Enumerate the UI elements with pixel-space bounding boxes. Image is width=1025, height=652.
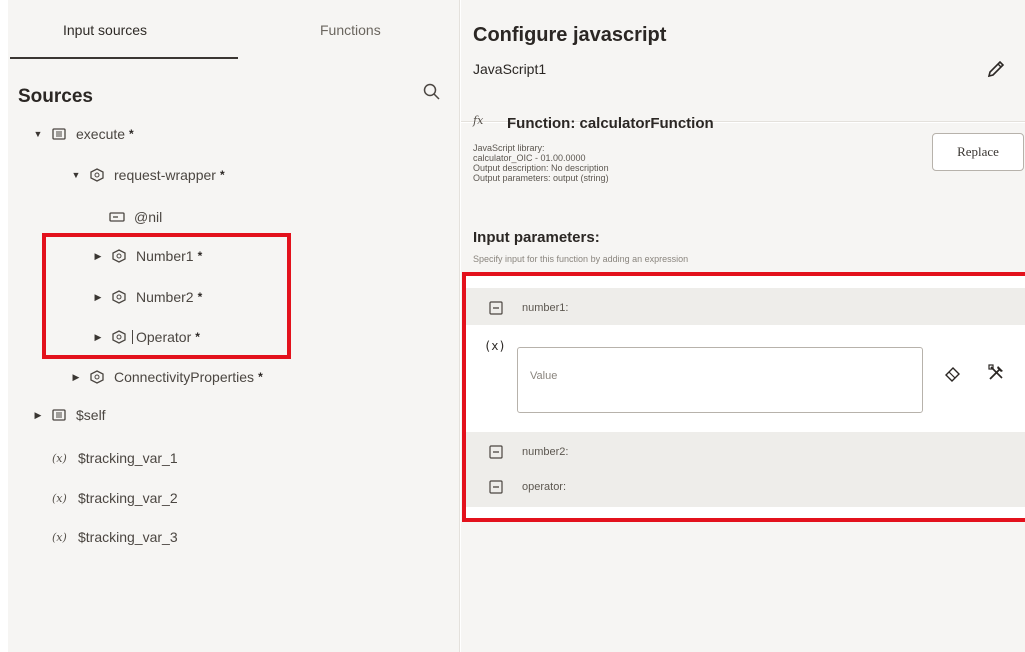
tab-input-sources[interactable]: Input sources — [63, 22, 147, 38]
page-title: Configure javascript — [473, 24, 667, 46]
highlight-box-inputs — [42, 233, 291, 359]
param-label: number2: — [522, 446, 569, 458]
expand-caret-icon[interactable]: ▼ — [70, 170, 82, 180]
meta-library-label: JavaScript library: — [473, 143, 545, 153]
collapse-icon[interactable] — [488, 300, 504, 316]
variable-icon: (x) — [52, 451, 67, 465]
search-icon[interactable] — [422, 82, 442, 102]
function-title: Function: calculatorFunction — [507, 115, 714, 132]
expand-caret-icon[interactable]: ▶ — [70, 372, 82, 383]
active-tab-indicator — [10, 57, 238, 59]
meta-output-description: Output description: No description — [473, 163, 609, 173]
tree-item-label: $tracking_var_2 — [78, 490, 178, 506]
collapse-icon[interactable] — [488, 479, 504, 495]
param-row-operator[interactable]: operator: — [466, 467, 1025, 507]
expand-caret-icon[interactable]: ▶ — [32, 410, 44, 421]
param-expression-area: (x) Value — [466, 325, 1025, 433]
param-label: number1: — [522, 302, 569, 314]
input-parameters-hint: Specify input for this function by addin… — [473, 254, 689, 264]
input-parameters-panel: number1: (x) Value number2: operator: — [462, 272, 1025, 522]
required-marker: * — [258, 370, 263, 384]
attribute-icon — [108, 208, 126, 226]
tree-item-tracking-var-2[interactable]: (x) $tracking_var_2 — [52, 486, 178, 510]
tools-icon[interactable] — [986, 363, 1006, 383]
replace-button[interactable]: Replace — [932, 133, 1024, 171]
tree-item-label: $tracking_var_1 — [78, 450, 178, 466]
sources-heading: Sources — [18, 86, 93, 107]
tree-item-label: $self — [76, 407, 106, 423]
value-input[interactable]: Value — [517, 347, 923, 413]
element-icon — [50, 125, 68, 143]
tree-item-connectivity-properties[interactable]: ▶ ConnectivityProperties * — [70, 365, 263, 389]
param-label: operator: — [522, 481, 567, 493]
tree-item-label: ConnectivityProperties — [114, 369, 255, 385]
tab-functions[interactable]: Functions — [320, 22, 381, 38]
tree-item-nil[interactable]: @nil — [108, 205, 162, 229]
required-marker: * — [219, 168, 225, 182]
tree-item-tracking-var-3[interactable]: (x) $tracking_var_3 — [52, 525, 178, 549]
tree-item-label: request-wrapper — [114, 167, 216, 183]
meta-library-value: calculator_OIC - 01.00.0000 — [473, 153, 586, 163]
tree-item-label: $tracking_var_3 — [78, 529, 178, 545]
tree-item-label: execute — [76, 126, 126, 142]
param-row-number1[interactable]: number1: — [466, 288, 1025, 328]
collapse-icon[interactable] — [488, 444, 504, 460]
expression-icon: (x) — [484, 339, 506, 353]
tree-item-tracking-var-1[interactable]: (x) $tracking_var_1 — [52, 446, 178, 470]
element-icon — [50, 406, 68, 424]
tab-bar: Input sources Functions — [8, 0, 460, 60]
pencil-icon[interactable] — [985, 58, 1007, 80]
required-marker: * — [129, 127, 134, 141]
function-icon: fx — [473, 114, 484, 127]
config-header: Configure javascript JavaScript1 — [461, 0, 1025, 122]
tree-item-label: @nil — [134, 209, 163, 225]
eraser-icon[interactable] — [944, 365, 962, 383]
input-parameters-heading: Input parameters: — [473, 229, 600, 246]
param-row-number2[interactable]: number2: — [466, 432, 1025, 472]
complex-type-icon — [88, 368, 106, 386]
complex-type-icon — [88, 166, 106, 184]
expand-caret-icon[interactable]: ▼ — [32, 129, 44, 139]
tree-item-execute[interactable]: ▼ execute * — [32, 122, 134, 146]
meta-output-parameters: Output parameters: output (string) — [473, 173, 609, 183]
action-name: JavaScript1 — [473, 61, 547, 77]
variable-icon: (x) — [52, 491, 67, 505]
tree-item-request-wrapper[interactable]: ▼ request-wrapper * — [70, 163, 225, 187]
variable-icon: (x) — [52, 530, 67, 544]
tree-item-self[interactable]: ▶ $self — [32, 403, 106, 427]
